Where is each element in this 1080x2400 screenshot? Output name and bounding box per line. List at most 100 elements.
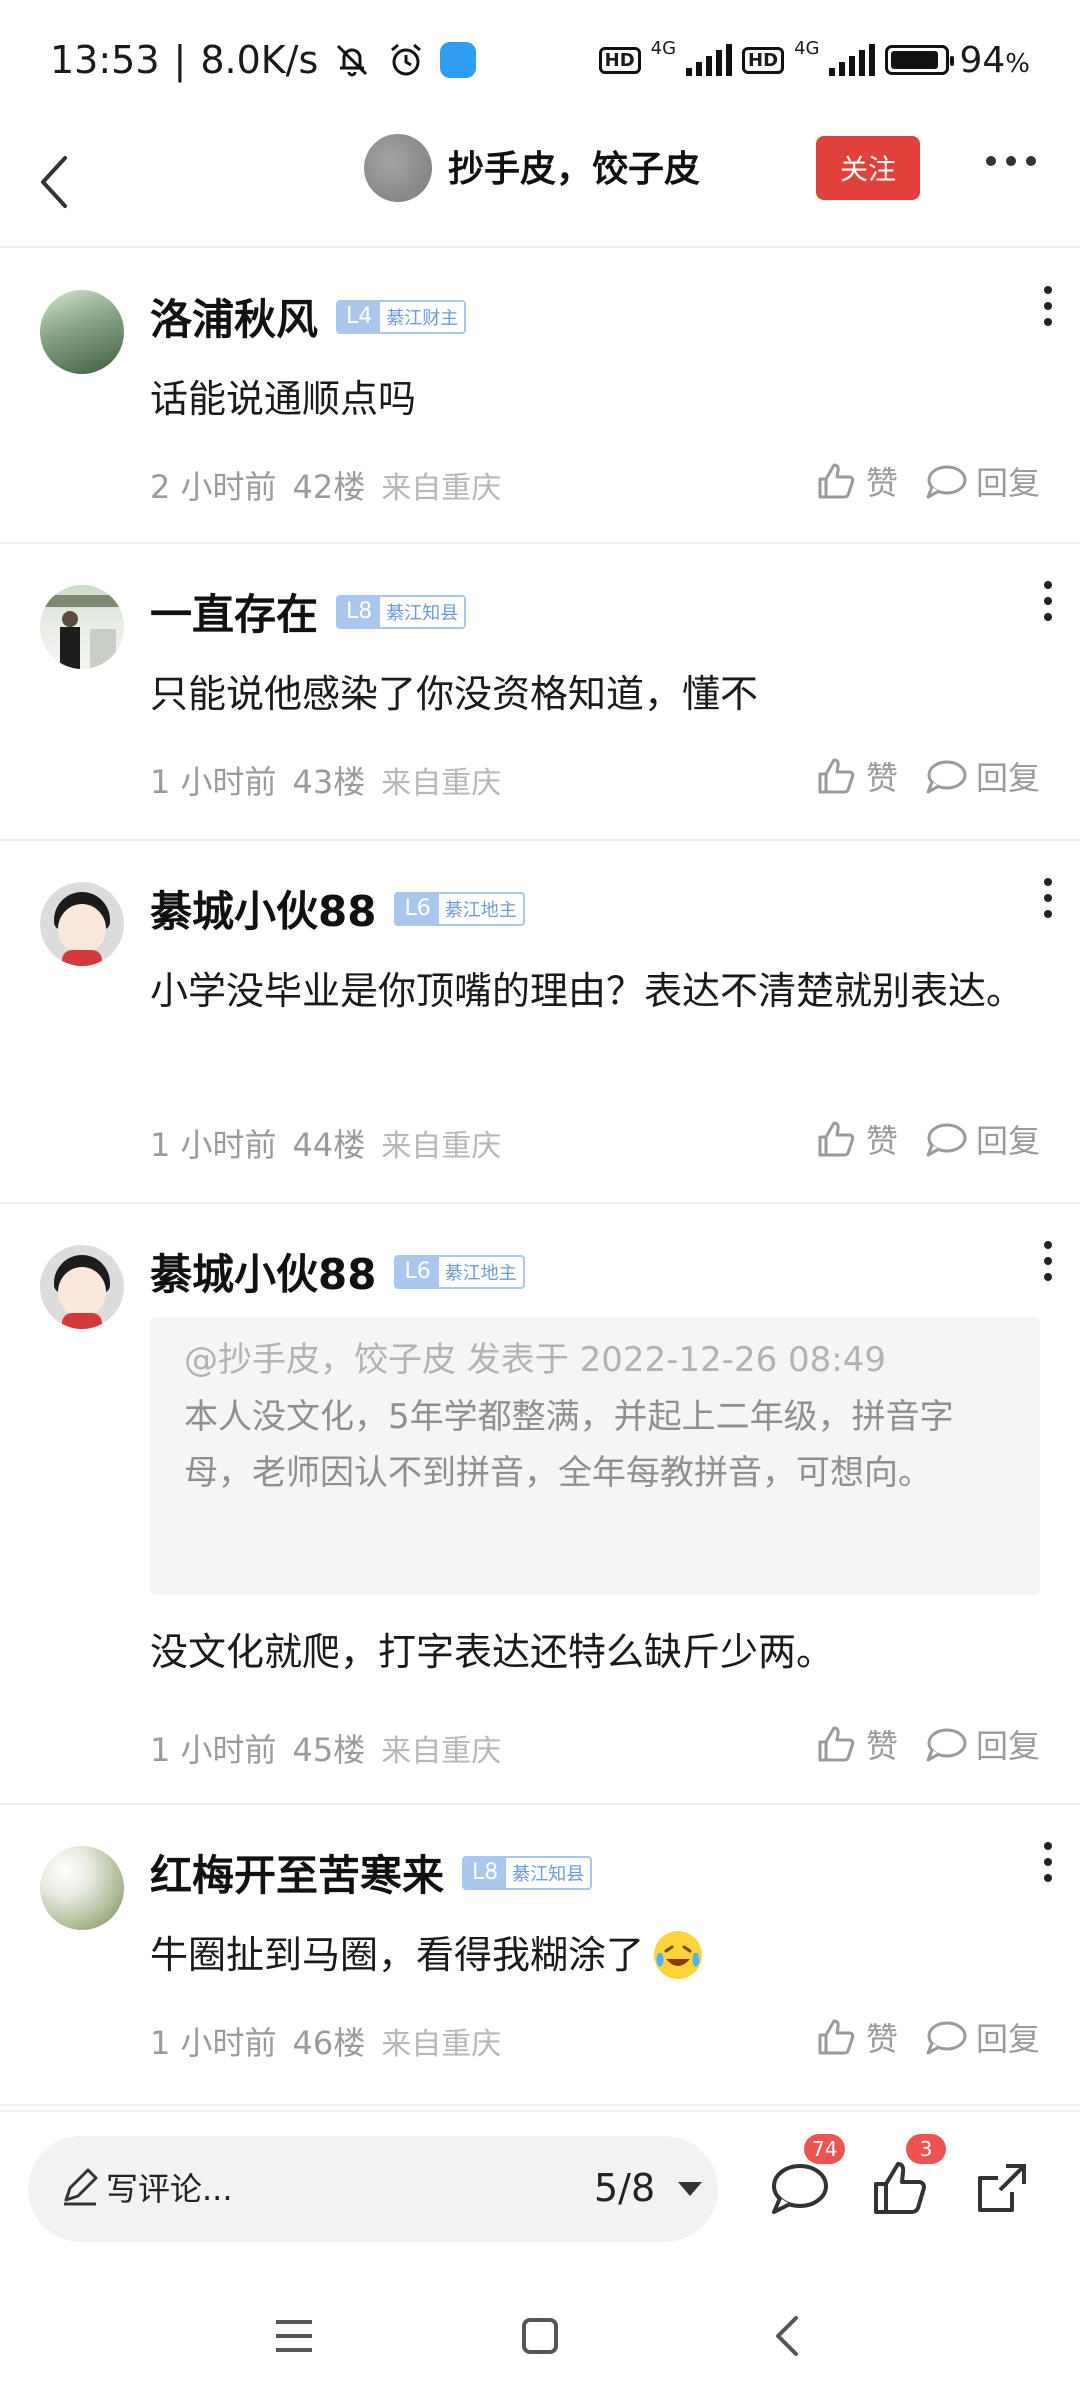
network-type: 4G bbox=[650, 37, 677, 59]
menu-nav-button[interactable] bbox=[272, 2314, 316, 2362]
comment-meta: 1 小时前 43楼 来自重庆 bbox=[150, 757, 501, 803]
location: 来自重庆 bbox=[381, 471, 502, 506]
author-name[interactable]: 抄手皮，饺子皮 bbox=[448, 140, 700, 192]
top-bar: 抄手皮，饺子皮 关注 bbox=[0, 120, 1080, 248]
clock: 13:53 bbox=[50, 38, 160, 82]
mute-icon bbox=[337, 44, 368, 77]
location: 来自重庆 bbox=[381, 766, 502, 801]
username[interactable]: 洛浦秋风 bbox=[150, 286, 318, 347]
follow-button[interactable]: 关注 bbox=[816, 136, 920, 200]
level-badge: L8 綦江知县 bbox=[336, 594, 467, 629]
location: 来自重庆 bbox=[381, 1734, 502, 1769]
home-nav-button[interactable] bbox=[518, 2314, 562, 2362]
reply-button[interactable]: 回复 bbox=[924, 1116, 1040, 1162]
comment-item: 綦城小伙88 L6 綦江地主 @抄手皮，饺子皮 发表于 2022-12-26 08… bbox=[0, 1205, 1080, 1805]
username[interactable]: 红梅开至苦寒来 bbox=[150, 1842, 444, 1903]
like-button[interactable]: 赞 bbox=[814, 458, 898, 504]
comment-time: 1 小时前 bbox=[150, 2024, 277, 2062]
comment-item: 一直存在 L8 綦江知县 只能说他感染了你没资格知道，懂不 1 小时前 43楼 来… bbox=[0, 545, 1080, 841]
like-post-button[interactable]: 3 bbox=[868, 2134, 946, 2220]
status-separator: | bbox=[173, 38, 187, 82]
avatar[interactable] bbox=[40, 585, 124, 669]
author-avatar[interactable] bbox=[364, 134, 432, 202]
comment-text: 只能说他感染了你没资格知道，懂不 bbox=[150, 672, 759, 716]
comment-meta: 1 小时前 45楼 来自重庆 bbox=[150, 1725, 501, 1771]
comment-time: 1 小时前 bbox=[150, 763, 277, 801]
username[interactable]: 一直存在 bbox=[150, 581, 318, 642]
back-nav-button[interactable] bbox=[766, 2314, 810, 2362]
avatar[interactable] bbox=[40, 1245, 124, 1329]
back-button[interactable] bbox=[24, 150, 84, 214]
level-badge: L6 綦江地主 bbox=[394, 1254, 525, 1289]
chevron-left-icon bbox=[41, 156, 67, 208]
floor-number: 45楼 bbox=[292, 1731, 366, 1769]
pencil-icon bbox=[64, 2168, 98, 2206]
battery-icon bbox=[885, 45, 955, 75]
thumbs-up-icon bbox=[874, 2162, 926, 2214]
avatar[interactable] bbox=[40, 290, 124, 374]
quoted-comment[interactable]: @抄手皮，饺子皮 发表于 2022-12-26 08:49 本人没文化，5年学都… bbox=[150, 1317, 1040, 1595]
square-icon bbox=[522, 2318, 558, 2354]
comments-button[interactable]: 74 bbox=[766, 2134, 846, 2220]
hd-icon: HD bbox=[742, 46, 785, 74]
thumbs-up-icon bbox=[818, 2019, 855, 2055]
reply-button[interactable]: 回复 bbox=[924, 458, 1040, 504]
floor-number: 42楼 bbox=[292, 468, 366, 506]
avatar[interactable] bbox=[40, 1846, 124, 1930]
like-button[interactable]: 赞 bbox=[814, 1116, 898, 1162]
status-bar: 13:53 | 8.0K/s HD 4G HD 4G 94% bbox=[0, 0, 1080, 120]
location: 来自重庆 bbox=[381, 2027, 502, 2062]
write-comment-input[interactable]: 写评论... 5/8 bbox=[28, 2136, 718, 2242]
reply-button[interactable]: 回复 bbox=[924, 753, 1040, 799]
comment-menu-button[interactable] bbox=[1044, 286, 1052, 326]
like-button[interactable]: 赞 bbox=[814, 1721, 898, 1767]
thumbs-up-icon bbox=[818, 463, 855, 499]
comment-menu-button[interactable] bbox=[1044, 1842, 1052, 1882]
hd-icon: HD bbox=[598, 46, 641, 74]
comment-time: 1 小时前 bbox=[150, 1126, 277, 1164]
level-badge: L6 綦江地主 bbox=[394, 891, 525, 926]
comment-meta: 2 小时前 42楼 来自重庆 bbox=[150, 462, 501, 508]
signal-icon bbox=[686, 44, 733, 76]
bottom-action-bar: 写评论... 5/8 74 3 bbox=[0, 2110, 1080, 2278]
app-notification-icon bbox=[440, 42, 477, 78]
like-button[interactable]: 赞 bbox=[814, 753, 898, 799]
comment-text: 话能说通顺点吗 bbox=[150, 377, 417, 421]
caret-down-icon[interactable] bbox=[678, 2182, 702, 2196]
comment-text-row: 牛圈扯到马圈，看得我糊涂了 bbox=[150, 1924, 1040, 1986]
comment-time: 1 小时前 bbox=[150, 1731, 277, 1769]
comment-meta: 1 小时前 44楼 来自重庆 bbox=[150, 1120, 501, 1166]
menu-icon bbox=[276, 2320, 312, 2352]
location: 来自重庆 bbox=[381, 1129, 502, 1164]
signal-icon bbox=[829, 44, 876, 76]
comment-menu-button[interactable] bbox=[1044, 878, 1052, 918]
comment-menu-button[interactable] bbox=[1044, 581, 1052, 621]
reply-button[interactable]: 回复 bbox=[924, 2014, 1040, 2060]
reply-button[interactable]: 回复 bbox=[924, 1721, 1040, 1767]
page-indicator[interactable]: 5/8 bbox=[594, 2166, 655, 2210]
chat-bubble-icon bbox=[926, 465, 967, 499]
chat-bubble-icon bbox=[926, 760, 967, 794]
quote-header: @抄手皮，饺子皮 发表于 2022-12-26 08:49 bbox=[184, 1340, 886, 1380]
comment-item: 綦城小伙88 L6 綦江地主 小学没毕业是你顶嘴的理由？表达不清楚就别表达。 1 … bbox=[0, 842, 1080, 1204]
comment-text: 小学没毕业是你顶嘴的理由？表达不清楚就别表达。 bbox=[150, 969, 1025, 1013]
comment-count-badge: 74 bbox=[804, 2134, 846, 2164]
chat-bubble-icon bbox=[926, 1123, 967, 1157]
share-button[interactable] bbox=[970, 2156, 1034, 2220]
battery-level: 94% bbox=[959, 39, 1030, 81]
thumbs-up-icon bbox=[818, 1726, 855, 1762]
like-button[interactable]: 赞 bbox=[814, 2014, 898, 2060]
username[interactable]: 綦城小伙88 bbox=[150, 1241, 376, 1302]
network-type: 4G bbox=[794, 37, 820, 59]
username[interactable]: 綦城小伙88 bbox=[150, 878, 376, 939]
avatar[interactable] bbox=[40, 882, 124, 966]
chat-bubble-icon bbox=[926, 1728, 967, 1762]
comment-text: 没文化就爬，打字表达还特么缺斤少两。 bbox=[150, 1630, 835, 1674]
comment-icon bbox=[772, 2164, 828, 2214]
chevron-left-icon bbox=[776, 2316, 798, 2356]
comment-menu-button[interactable] bbox=[1044, 1241, 1052, 1281]
more-options-button[interactable] bbox=[986, 156, 1036, 166]
level-badge: L8 綦江知县 bbox=[462, 1855, 593, 1890]
like-count-badge: 3 bbox=[906, 2134, 946, 2164]
share-icon bbox=[978, 2164, 1026, 2212]
